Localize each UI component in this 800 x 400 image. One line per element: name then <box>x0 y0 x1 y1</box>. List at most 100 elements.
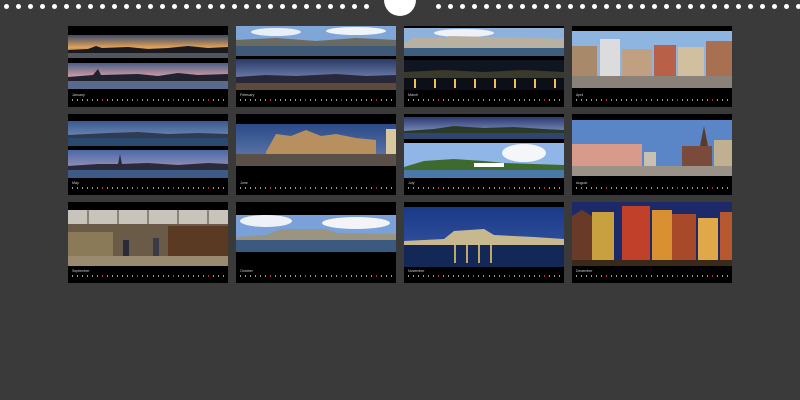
month-label: July <box>408 181 415 185</box>
photo-city-hall-night-reflection <box>404 207 564 267</box>
month-january[interactable]: January <box>68 26 228 107</box>
day-tick <box>390 275 392 277</box>
day-strip <box>240 99 392 102</box>
binding-hole <box>544 4 549 9</box>
day-tick <box>270 275 272 277</box>
month-december[interactable]: December <box>572 202 732 283</box>
month-october[interactable]: October <box>236 202 396 283</box>
binding-hole <box>568 4 573 9</box>
binding-hole <box>520 4 525 9</box>
day-tick <box>408 99 409 101</box>
day-tick <box>207 99 209 101</box>
day-tick <box>82 99 84 101</box>
day-tick <box>315 275 317 277</box>
month-november[interactable]: November <box>404 202 564 283</box>
day-tick <box>606 187 608 189</box>
calendar-grid: January February March April May June Ju… <box>68 26 732 283</box>
day-tick <box>142 187 144 189</box>
day-tick <box>473 275 475 277</box>
month-august[interactable]: August <box>572 114 732 195</box>
binding-hole <box>280 4 285 9</box>
day-tick <box>581 99 583 101</box>
day-tick <box>553 99 555 101</box>
binding-hole <box>16 4 21 9</box>
day-tick <box>716 99 718 101</box>
day-tick <box>102 187 104 189</box>
day-tick <box>666 187 668 189</box>
day-tick <box>508 275 510 277</box>
binding-hole <box>628 4 633 9</box>
day-tick <box>265 187 267 189</box>
day-tick <box>137 275 139 277</box>
day-tick <box>280 99 282 101</box>
day-tick <box>646 99 648 101</box>
day-tick <box>716 187 718 189</box>
day-tick <box>503 187 505 189</box>
day-tick <box>187 99 189 101</box>
binding-hole <box>676 4 681 9</box>
binding-hole <box>316 4 321 9</box>
month-february[interactable]: February <box>236 26 396 107</box>
month-june[interactable]: June <box>236 114 396 195</box>
day-tick <box>255 99 257 101</box>
month-may[interactable]: May <box>68 114 228 195</box>
day-tick <box>300 99 302 101</box>
day-tick <box>706 99 708 101</box>
binding-hole <box>604 4 609 9</box>
day-tick <box>260 275 262 277</box>
day-tick <box>325 99 327 101</box>
day-tick <box>433 275 435 277</box>
day-tick <box>305 99 307 101</box>
day-tick <box>616 187 618 189</box>
day-tick <box>285 99 287 101</box>
day-tick <box>365 99 367 101</box>
day-tick <box>576 275 577 277</box>
day-tick <box>325 275 327 277</box>
day-tick <box>112 275 114 277</box>
day-tick <box>626 275 628 277</box>
day-tick <box>418 275 420 277</box>
day-tick <box>488 99 490 101</box>
day-tick <box>280 275 282 277</box>
day-strip <box>72 99 224 102</box>
binding-hole <box>616 4 621 9</box>
day-tick <box>187 275 189 277</box>
day-tick <box>483 275 485 277</box>
day-tick <box>433 187 435 189</box>
day-tick <box>483 187 485 189</box>
day-tick <box>375 275 377 277</box>
day-strip <box>576 99 728 102</box>
month-march[interactable]: March <box>404 26 564 107</box>
day-tick <box>413 99 415 101</box>
binding-hole <box>208 4 213 9</box>
month-september[interactable]: September <box>68 202 228 283</box>
binding-hole <box>340 4 345 9</box>
day-tick <box>315 187 317 189</box>
binding-hole <box>700 4 705 9</box>
day-tick <box>350 275 352 277</box>
day-tick <box>463 99 465 101</box>
month-april[interactable]: April <box>572 26 732 107</box>
binding-hole <box>688 4 693 9</box>
day-tick <box>428 187 430 189</box>
day-tick <box>172 99 174 101</box>
day-tick <box>408 275 409 277</box>
day-tick <box>192 275 194 277</box>
binding-hole <box>352 4 357 9</box>
day-tick <box>92 99 94 101</box>
day-tick <box>651 275 653 277</box>
day-tick <box>543 99 545 101</box>
day-tick <box>107 99 109 101</box>
day-tick <box>661 275 663 277</box>
day-tick <box>626 187 628 189</box>
day-tick <box>538 99 540 101</box>
day-strip <box>240 275 392 278</box>
month-july[interactable]: July <box>404 114 564 195</box>
day-tick <box>330 187 332 189</box>
day-tick <box>97 187 99 189</box>
day-tick <box>255 275 257 277</box>
binding-hole <box>760 4 765 9</box>
day-tick <box>508 187 510 189</box>
day-tick <box>127 275 129 277</box>
binding-hole <box>328 4 333 9</box>
